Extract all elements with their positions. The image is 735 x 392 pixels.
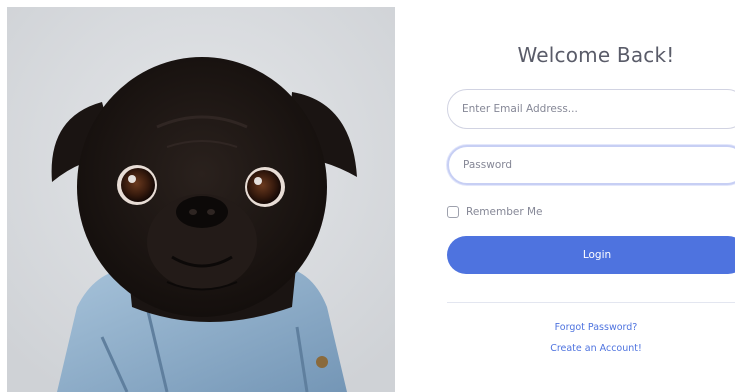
login-form: Welcome Back! Remember Me Login Forgot P…	[446, 0, 735, 392]
password-input[interactable]	[447, 145, 735, 185]
pug-photo	[7, 7, 395, 392]
remember-me[interactable]: Remember Me	[447, 204, 543, 220]
page-title: Welcome Back!	[517, 43, 675, 67]
remember-me-label: Remember Me	[466, 206, 543, 218]
pug-illustration	[7, 7, 395, 392]
remember-me-checkbox[interactable]	[447, 206, 459, 218]
divider	[447, 302, 735, 303]
create-account-link[interactable]: Create an Account!	[446, 343, 735, 354]
login-page: Welcome Back! Remember Me Login Forgot P…	[0, 0, 735, 392]
forgot-password-link[interactable]: Forgot Password?	[446, 322, 735, 333]
email-input[interactable]	[447, 89, 735, 129]
login-button[interactable]: Login	[447, 236, 735, 274]
